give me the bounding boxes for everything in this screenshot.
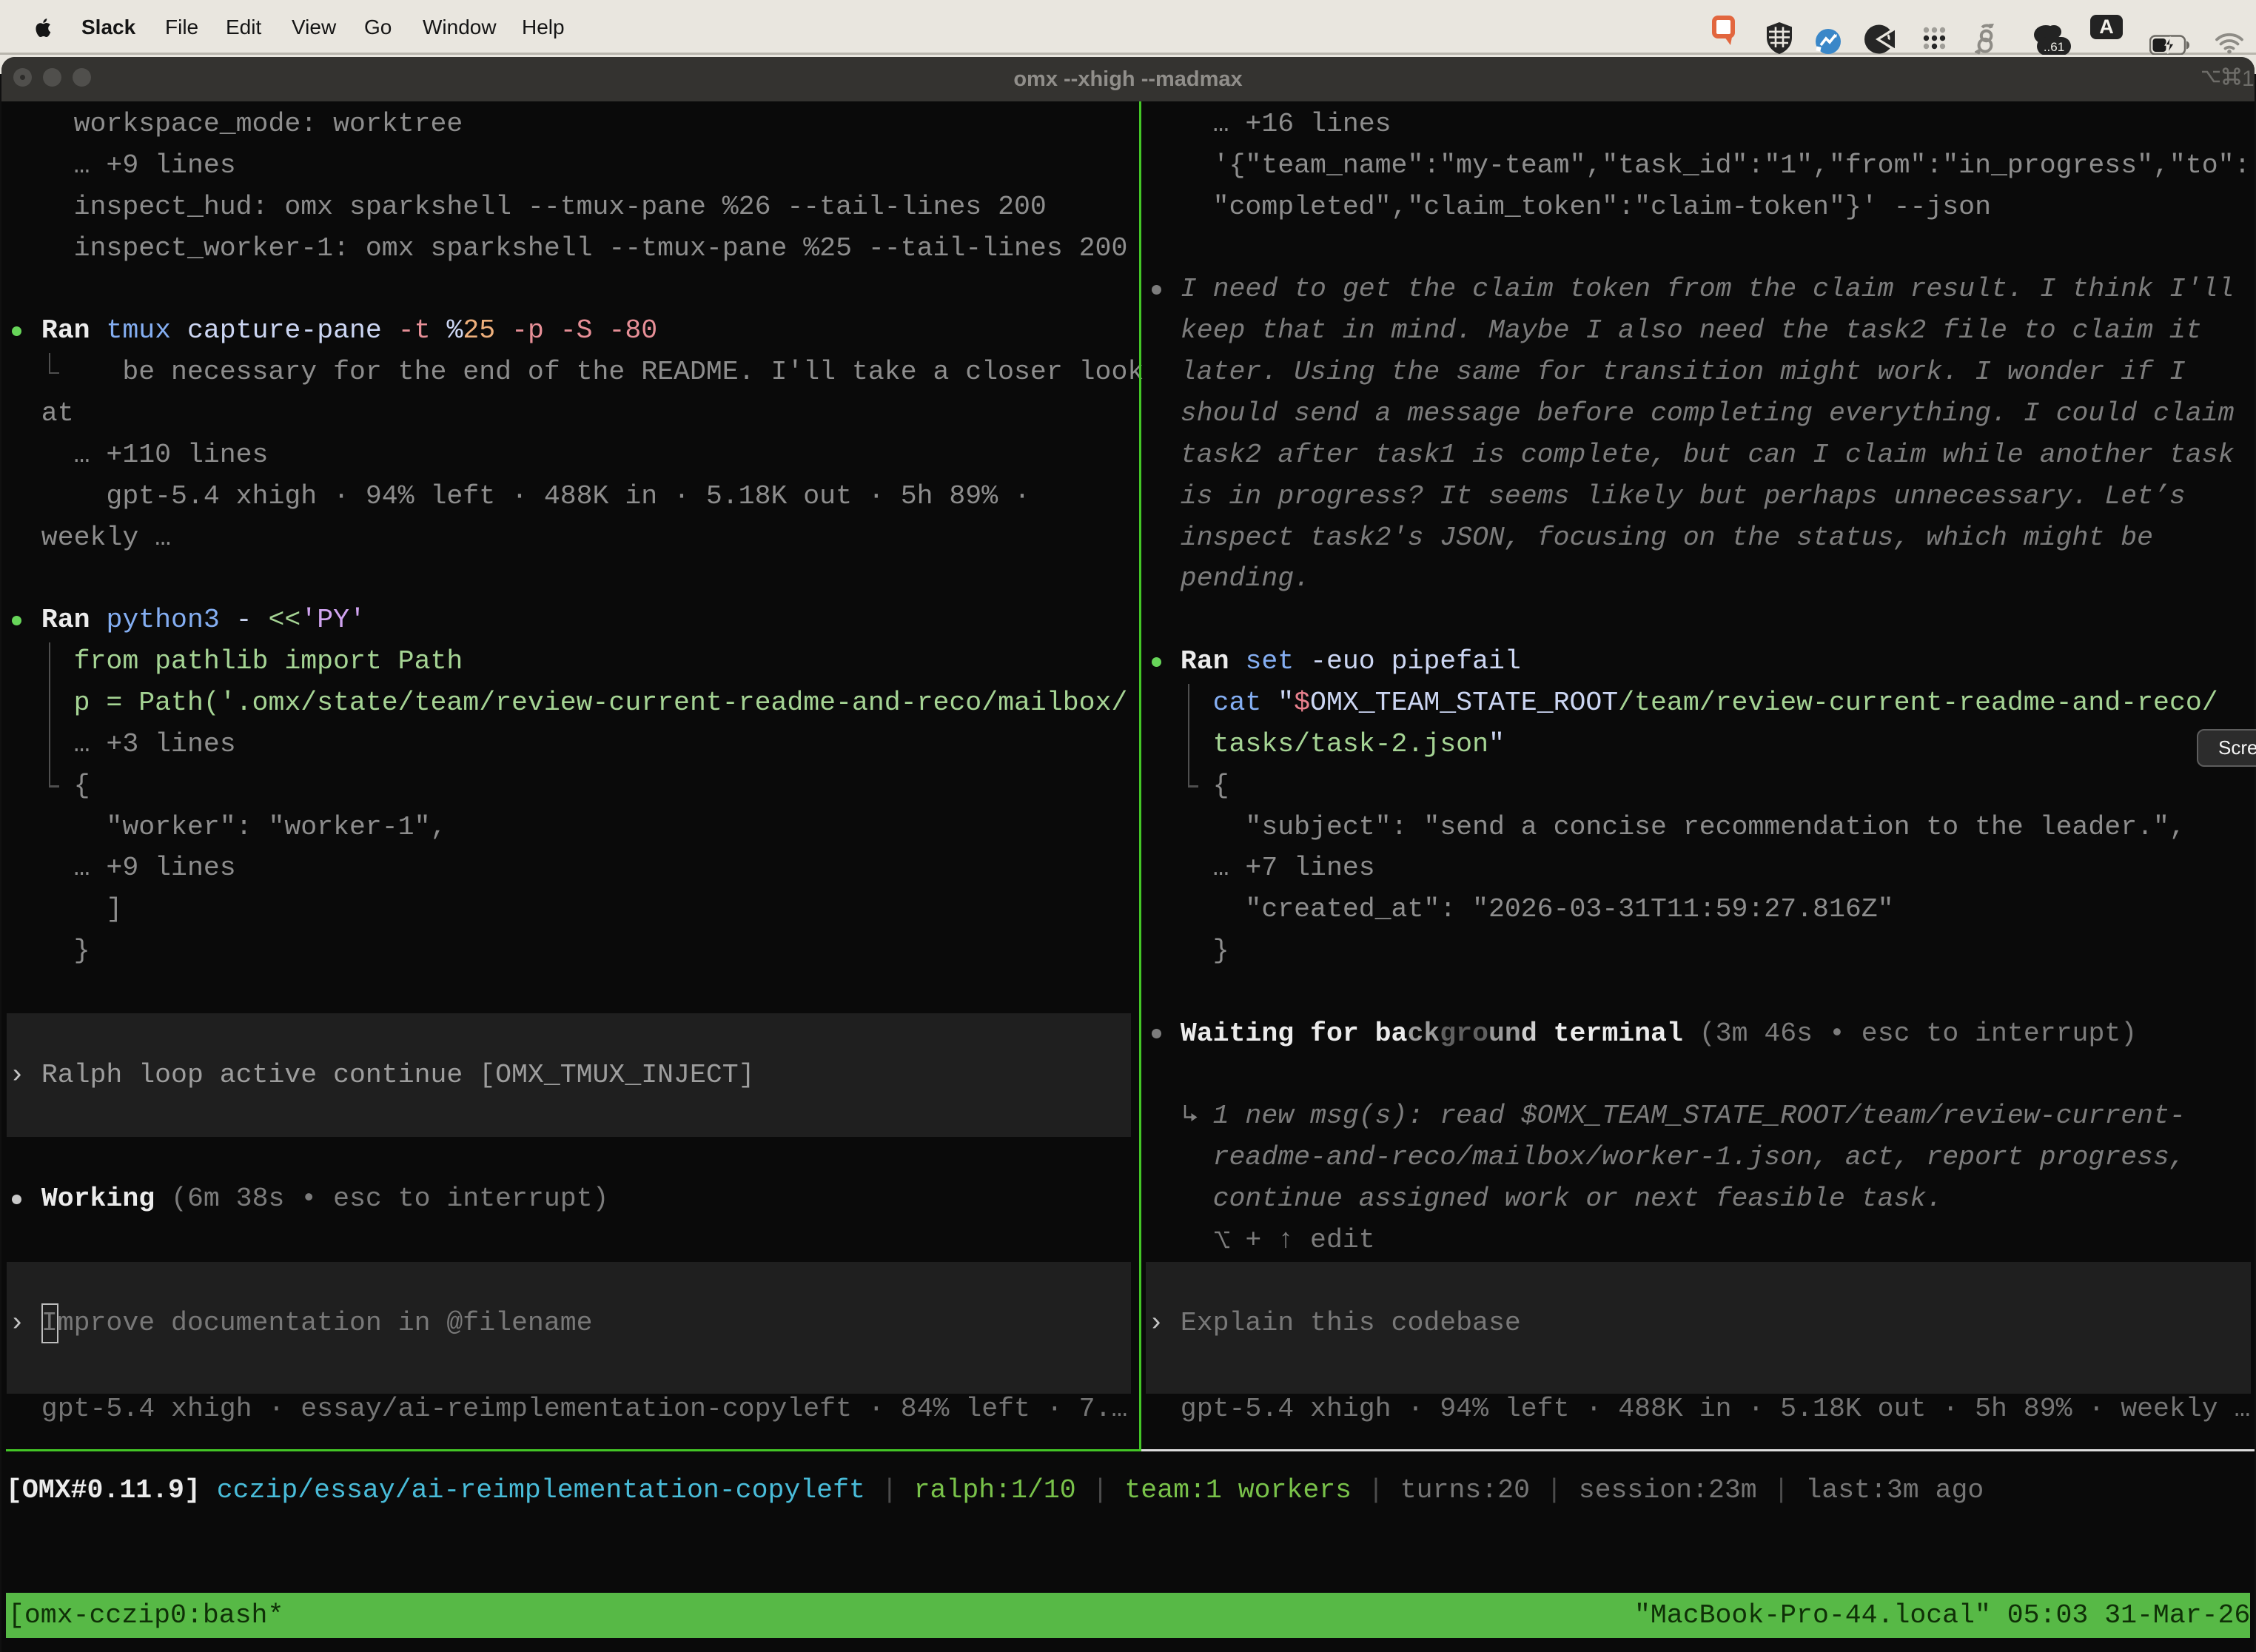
svg-text:..61: ..61 <box>2044 40 2064 54</box>
